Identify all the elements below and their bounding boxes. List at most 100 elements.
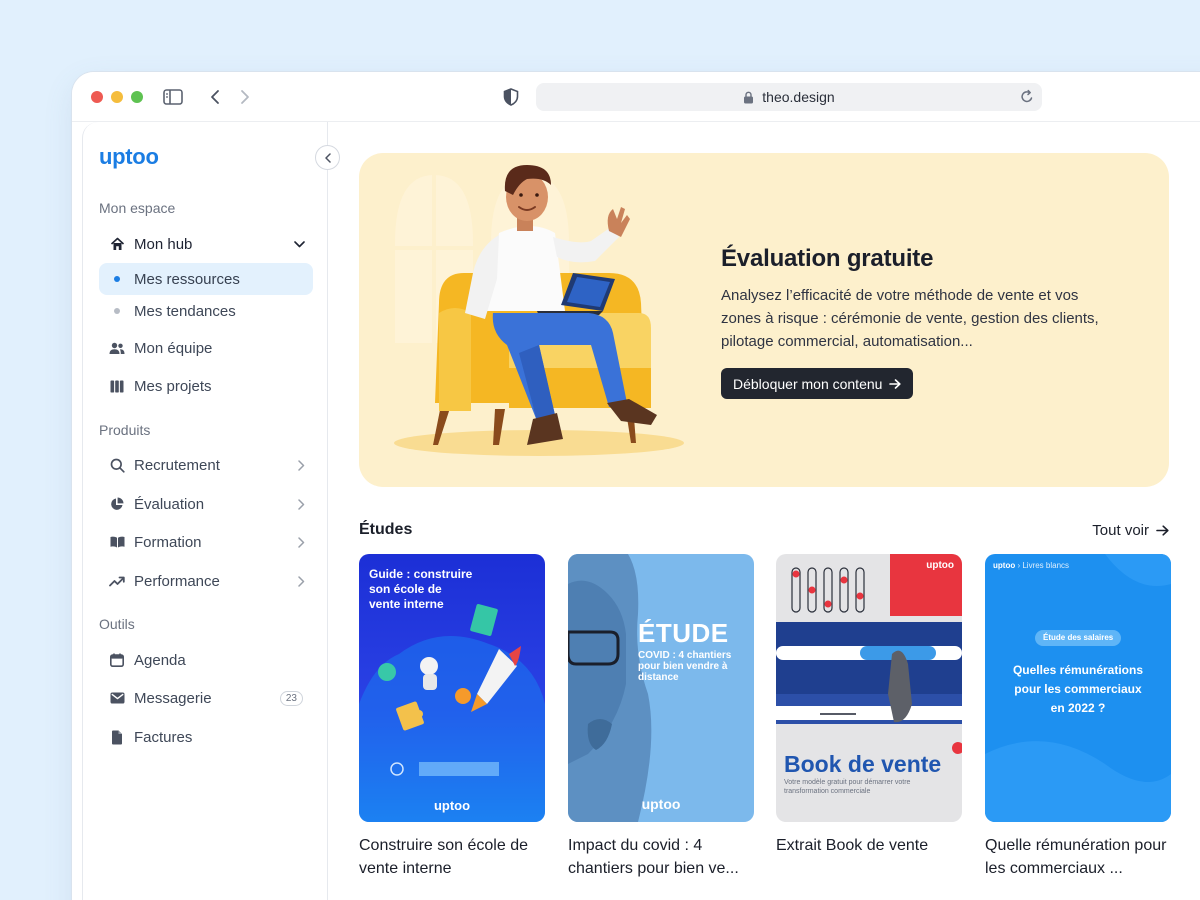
sidebar-item-label: Mes projets (134, 377, 212, 395)
section-label-mon-espace: Mon espace (99, 200, 176, 216)
section-label-outils: Outils (99, 616, 135, 632)
study-thumbnail: ÉTUDE COVID : 4 chantiers pour bien vend… (568, 554, 754, 822)
chevron-right-icon (298, 536, 305, 548)
sidebar-item-label: Mon hub (134, 235, 193, 253)
shield-icon[interactable] (500, 86, 522, 108)
sidebar-item-performance[interactable]: Performance (99, 565, 313, 597)
back-icon[interactable] (204, 86, 226, 108)
pie-chart-icon (108, 497, 126, 511)
arrow-right-icon (889, 378, 902, 389)
thumb-subtitle: Votre modèle gratuit pour démarrer votre… (784, 779, 911, 795)
study-card[interactable]: ÉTUDE COVID : 4 chantiers pour bien vend… (568, 554, 754, 880)
study-card[interactable]: uptoo Book de vente Votre modèle gratuit… (776, 554, 962, 857)
file-icon (108, 730, 126, 745)
sidebar-item-mes-ressources[interactable]: Mes ressources (99, 263, 313, 295)
bullet-icon (114, 308, 120, 314)
button-label: Débloquer mon contenu (733, 375, 883, 392)
thumb-line: pour les commerciaux (1014, 682, 1142, 696)
sidebar-item-messagerie[interactable]: Messagerie 23 (99, 682, 313, 714)
sidebar-item-label: Agenda (134, 651, 186, 669)
browser-toolbar: theo.design (72, 72, 1200, 122)
sidebar-item-formation[interactable]: Formation (99, 526, 313, 558)
maximize-window-button[interactable] (131, 91, 143, 103)
thumb-line: en 2022 ? (1050, 701, 1106, 715)
sidebar-item-mon-hub[interactable]: Mon hub (99, 228, 313, 260)
thumb-breadcrumb: Livres blancs (1022, 561, 1070, 570)
unlock-content-button[interactable]: Débloquer mon contenu (721, 368, 914, 399)
study-card-title: Quelle rémunération pour les commerciaux… (985, 837, 1167, 877)
mail-icon (108, 692, 126, 704)
team-icon (108, 342, 126, 355)
close-window-button[interactable] (91, 91, 103, 103)
thumb-heading: ÉTUDE (638, 618, 729, 648)
sidebar-item-label: Évaluation (134, 495, 205, 513)
chevron-right-icon (298, 575, 305, 587)
hero-description: Analysez l’efficacité de votre méthode d… (721, 287, 1099, 350)
sidebar-item-factures[interactable]: Factures (99, 721, 313, 753)
forward-icon[interactable] (234, 86, 256, 108)
section-title-etudes: Études (359, 521, 413, 538)
active-bullet-icon (114, 276, 120, 282)
sidebar-item-label: Recrutement (134, 456, 220, 474)
sidebar-item-label: Messagerie (134, 689, 212, 707)
unread-count-badge: 23 (279, 690, 303, 706)
sidebar-item-mon-equipe[interactable]: Mon équipe (99, 332, 313, 364)
study-card[interactable]: uptoo › Livres blancs Étude des salaires… (985, 554, 1171, 880)
study-card-title: Construire son école de vente interne (359, 837, 528, 877)
minimize-window-button[interactable] (111, 91, 123, 103)
lock-icon (743, 91, 754, 104)
thumb-brand: uptoo (641, 796, 681, 812)
study-card[interactable]: Guide : construire son école de vente in… (359, 554, 545, 880)
space-rocket-illustration (359, 604, 545, 822)
book-icon (108, 536, 126, 548)
thumb-heading: Book de vente (784, 751, 942, 777)
sidebar-item-label: Factures (134, 728, 193, 746)
sidebar-item-label: Formation (134, 533, 202, 551)
sidebar-item-mes-projets[interactable]: Mes projets (99, 370, 313, 402)
thumb-brand: uptoo (433, 798, 471, 813)
sidebar-toggle-icon[interactable] (162, 86, 184, 108)
trend-up-icon (108, 576, 126, 587)
hero-title: Évaluation gratuite (721, 245, 934, 272)
collapse-sidebar-button[interactable] (315, 145, 340, 170)
sidebar: uptoo Mon espace Mon hub Mes ressources … (82, 122, 340, 900)
search-icon (108, 458, 126, 473)
sidebar-item-evaluation[interactable]: Évaluation (99, 488, 313, 520)
study-card-title: Impact du covid : 4 chantiers pour bien … (568, 837, 739, 877)
sidebar-item-label: Performance (134, 572, 220, 590)
see-all-link[interactable]: Tout voir (1092, 522, 1169, 539)
chevron-right-icon (298, 498, 305, 510)
thumb-line: pour bien vendre à (638, 661, 728, 672)
section-label-produits: Produits (99, 422, 151, 438)
study-thumbnail: uptoo › Livres blancs Étude des salaires… (985, 554, 1171, 822)
person-on-armchair-illustration (394, 165, 684, 456)
logo[interactable]: uptoo (99, 144, 159, 170)
sidebar-item-recrutement[interactable]: Recrutement (99, 449, 313, 481)
sidebar-item-label: Mon équipe (134, 339, 213, 357)
sidebar-item-label: Mes ressources (134, 270, 240, 288)
home-icon (108, 237, 126, 251)
columns-icon (108, 380, 126, 393)
thumb-brand: uptoo (926, 560, 954, 571)
see-all-label: Tout voir (1092, 522, 1149, 539)
browser-window: theo.design uptoo Mon espace Mon hub Mes… (72, 72, 1200, 900)
thumb-line: Quelles rémunérations (1012, 663, 1144, 677)
thumb-line: distance (638, 672, 679, 683)
sidebar-item-label: Mes tendances (134, 302, 236, 320)
study-thumbnail: Guide : construire son école de vente in… (359, 554, 545, 822)
study-card-title: Extrait Book de vente (776, 837, 929, 854)
url-text: theo.design (762, 89, 835, 105)
thumb-line: COVID : 4 chantiers (638, 650, 732, 661)
hero-banner: Évaluation gratuite Analysez l’efficacit… (359, 153, 1169, 487)
sidebar-item-agenda[interactable]: Agenda (99, 644, 313, 676)
main-content: Évaluation gratuite Analysez l’efficacit… (328, 122, 1200, 900)
chevron-left-icon (324, 152, 331, 163)
sidebar-item-mes-tendances[interactable]: Mes tendances (99, 295, 313, 327)
thumb-tag: Étude des salaires (1035, 630, 1122, 646)
reload-icon[interactable] (1020, 89, 1034, 104)
man-portrait-illustration (568, 554, 652, 822)
address-bar[interactable]: theo.design (536, 83, 1042, 111)
calendar-icon (108, 653, 126, 667)
arrow-right-icon (1156, 525, 1169, 536)
chevron-down-icon (294, 240, 305, 248)
